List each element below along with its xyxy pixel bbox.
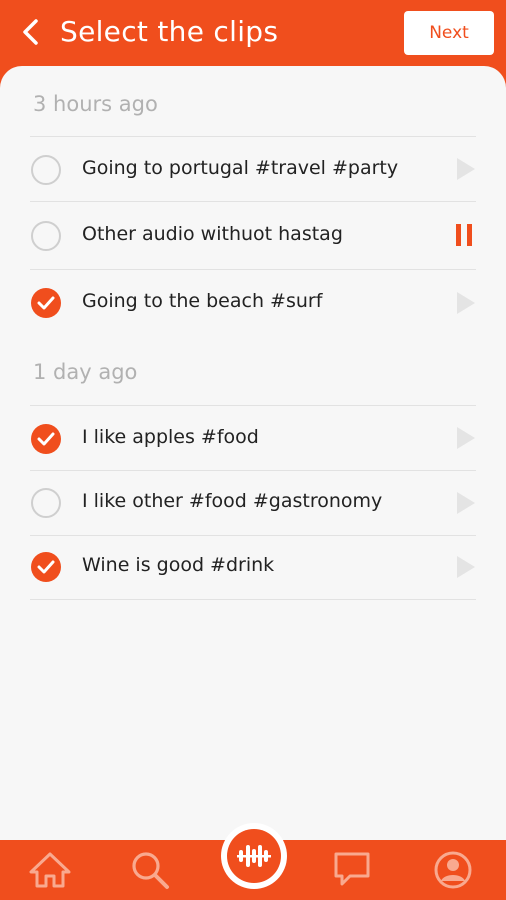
next-button[interactable]: Next — [404, 11, 494, 55]
clip-label: Going to the beach #surf — [82, 290, 323, 312]
play-icon[interactable] — [456, 158, 476, 180]
clip-row[interactable]: Other audio withuot hastag — [30, 201, 476, 270]
home-icon[interactable] — [29, 852, 71, 892]
unchecked-circle-icon[interactable] — [31, 155, 61, 185]
checked-circle-icon[interactable] — [31, 552, 61, 582]
clip-row[interactable]: Wine is good #drink — [30, 535, 476, 600]
profile-icon[interactable] — [433, 850, 473, 894]
back-chevron-icon[interactable] — [18, 18, 44, 46]
pause-icon[interactable] — [454, 224, 474, 246]
section-title: 1 day ago — [33, 360, 138, 384]
play-icon[interactable] — [456, 292, 476, 314]
clip-label: I like apples #food — [82, 426, 259, 448]
clip-row[interactable]: I like other #food #gastronomy — [30, 470, 476, 536]
play-icon[interactable] — [456, 427, 476, 449]
header-bar: Select the clips Next — [0, 0, 506, 66]
waveform-icon — [227, 829, 281, 883]
clip-label: Other audio withuot hastag — [82, 223, 343, 245]
checked-circle-icon[interactable] — [31, 424, 61, 454]
play-icon[interactable] — [456, 556, 476, 578]
clip-label: Wine is good #drink — [82, 554, 275, 576]
unchecked-circle-icon[interactable] — [31, 221, 61, 251]
search-icon[interactable] — [130, 850, 170, 894]
section-title: 3 hours ago — [33, 92, 158, 116]
clip-row[interactable]: Going to portugal #travel #party — [30, 136, 476, 202]
clip-row[interactable]: I like apples #food — [30, 405, 476, 471]
clip-label: I like other #food #gastronomy — [82, 490, 383, 512]
clip-label: Going to portugal #travel #party — [82, 157, 399, 179]
unchecked-circle-icon[interactable] — [31, 488, 61, 518]
play-icon[interactable] — [456, 492, 476, 514]
clip-row[interactable]: Going to the beach #surf — [30, 269, 476, 337]
chat-icon[interactable] — [333, 851, 371, 891]
clip-list-panel: 3 hours ago Going to portugal #travel #p… — [0, 66, 506, 840]
checked-circle-icon[interactable] — [31, 288, 61, 318]
page-title: Select the clips — [60, 15, 279, 48]
record-button[interactable] — [221, 823, 287, 889]
